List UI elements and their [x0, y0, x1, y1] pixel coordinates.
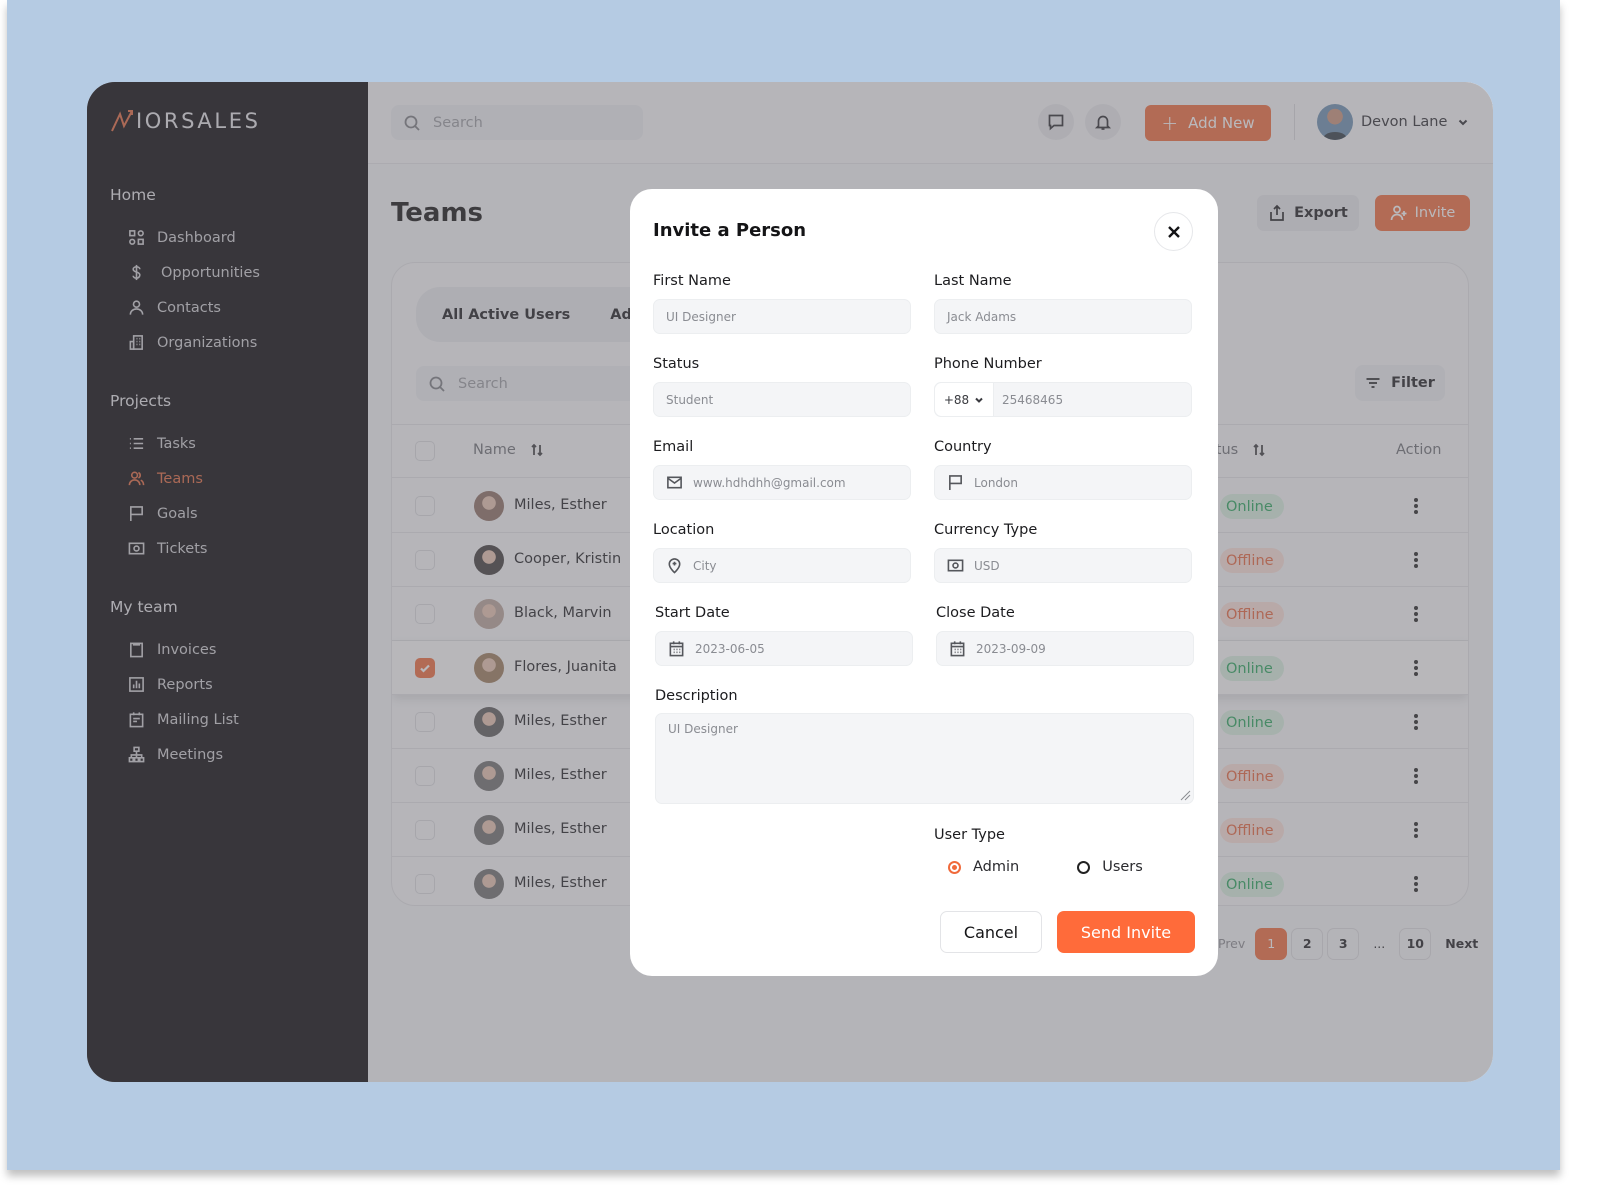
chevron-down-icon	[975, 397, 983, 403]
phone-number-input[interactable]: 25468465	[1002, 393, 1063, 407]
description-value: UI Designer	[668, 722, 738, 736]
currency-value: USD	[974, 558, 1000, 573]
close-date-field[interactable]: 2023-09-09	[936, 631, 1194, 666]
country-field[interactable]: London	[934, 465, 1192, 500]
email-field[interactable]: www.hdhdhh@gmail.com	[653, 465, 911, 500]
country-value: London	[974, 475, 1018, 490]
resize-handle-icon[interactable]	[1177, 787, 1191, 801]
map-pin-icon	[668, 558, 681, 574]
user-type-label: User Type	[934, 827, 1005, 843]
mail-icon	[667, 476, 682, 489]
close-date-value: 2023-09-09	[976, 641, 1046, 656]
user-type-radio-group: Admin Users	[948, 859, 1143, 875]
cancel-button[interactable]: Cancel	[940, 911, 1042, 953]
country-code-select[interactable]: +88	[935, 383, 994, 416]
start-date-field[interactable]: 2023-06-05	[655, 631, 913, 666]
money-icon	[947, 559, 964, 572]
phone-label: Phone Number	[934, 356, 1042, 372]
modal-title: Invite a Person	[653, 220, 807, 241]
invite-person-modal: Invite a Person First Name UI Designer L…	[630, 189, 1218, 976]
send-invite-button[interactable]: Send Invite	[1057, 911, 1195, 953]
radio-users[interactable]	[1077, 860, 1091, 874]
start-date-value: 2023-06-05	[695, 641, 765, 656]
start-date-label: Start Date	[655, 605, 730, 621]
currency-field[interactable]: USD	[934, 548, 1192, 583]
description-label: Description	[655, 688, 738, 704]
description-textarea[interactable]: UI Designer	[655, 713, 1194, 804]
radio-admin[interactable]	[948, 860, 961, 874]
last-name-label: Last Name	[934, 273, 1012, 289]
email-label: Email	[653, 439, 694, 455]
first-name-value: UI Designer	[666, 309, 736, 324]
last-name-field[interactable]: Jack Adams	[934, 299, 1192, 334]
canvas-background: IORSALES Home Dashboard Opportunities Co…	[7, 0, 1560, 1170]
close-date-label: Close Date	[936, 605, 1015, 621]
status-value: Student	[666, 392, 714, 407]
status-field[interactable]: Student	[653, 382, 911, 417]
location-value: City	[693, 558, 717, 573]
phone-field: +88 25468465	[934, 382, 1192, 417]
close-icon	[1167, 225, 1180, 238]
location-field[interactable]: City	[653, 548, 911, 583]
calendar-icon	[950, 641, 965, 657]
first-name-field[interactable]: UI Designer	[653, 299, 911, 334]
last-name-value: Jack Adams	[947, 309, 1017, 324]
email-value: www.hdhdhh@gmail.com	[693, 475, 846, 490]
country-code-value: +88	[943, 392, 970, 407]
country-label: Country	[934, 439, 992, 455]
first-name-label: First Name	[653, 273, 731, 289]
flag-icon	[949, 475, 962, 491]
close-button[interactable]	[1154, 212, 1193, 251]
location-label: Location	[653, 522, 715, 538]
radio-admin-label: Admin	[973, 859, 1020, 875]
radio-users-label: Users	[1102, 859, 1143, 875]
currency-label: Currency Type	[934, 522, 1038, 538]
calendar-icon	[669, 641, 684, 657]
status-label: Status	[653, 356, 700, 372]
